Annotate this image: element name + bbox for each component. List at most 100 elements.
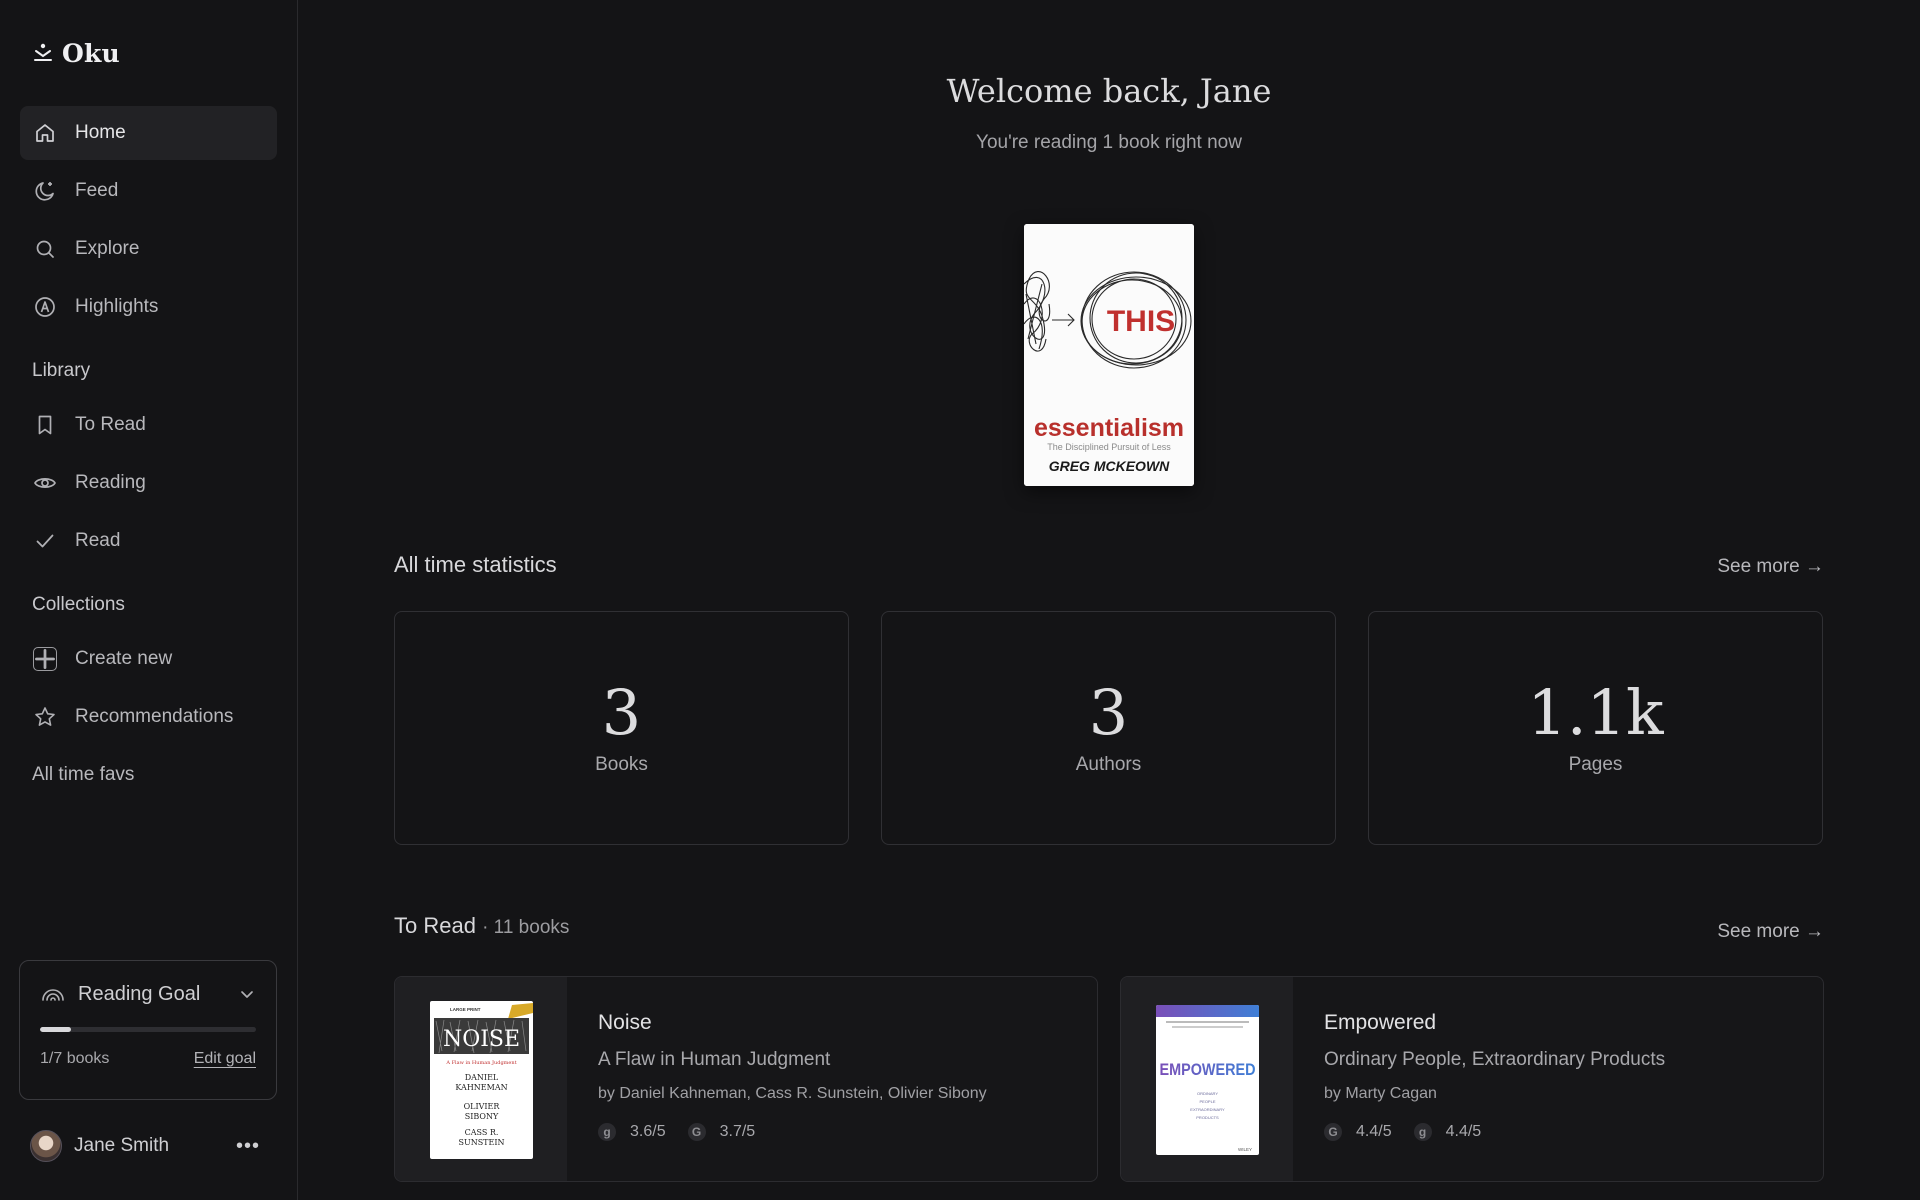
app-root: Oku Home Feed Explore Highlights Library… bbox=[0, 0, 1920, 1200]
cover-author: GREG MCKEOWN bbox=[1049, 458, 1170, 474]
cover-word: THIS bbox=[1107, 305, 1175, 338]
book-card-empowered[interactable]: EMPOWERED ORDINARY PEOPLE EXTRAORDINARY … bbox=[1120, 976, 1824, 1182]
app-logo[interactable]: Oku bbox=[20, 0, 277, 106]
star-icon bbox=[35, 707, 55, 726]
cover-subtitle: The Disciplined Pursuit of Less bbox=[1047, 442, 1171, 452]
book-thumbnail: LARGE PRINT NOISE A Flaw in Human Judgme… bbox=[395, 977, 567, 1181]
book-ratings: G 4.4/5 g 4.4/5 bbox=[1324, 1123, 1803, 1141]
reading-goal-progress-bar bbox=[40, 1027, 256, 1032]
stat-label: Authors bbox=[1075, 754, 1142, 775]
stat-card-pages[interactable]: 1.1k Pages bbox=[1368, 611, 1823, 845]
nav-home-label: Home bbox=[75, 122, 126, 143]
reading-goal-label: Reading Goal bbox=[78, 982, 201, 1005]
book-subtitle: A Flaw in Human Judgment bbox=[598, 1049, 831, 1070]
reading-goal-progress-fill bbox=[40, 1027, 71, 1032]
nav-recommendations-label: Recommendations bbox=[75, 706, 234, 727]
reading-goal-header[interactable]: Reading Goal bbox=[40, 981, 256, 1007]
book-title: Noise bbox=[598, 1011, 652, 1034]
create-collection-button[interactable]: Create new bbox=[20, 632, 277, 686]
nav-highlights-label: Highlights bbox=[75, 296, 159, 317]
book-title: Empowered bbox=[1324, 1011, 1437, 1034]
goodreads-icon: g bbox=[598, 1123, 616, 1141]
noise-cover-a2: KAHNEMAN bbox=[455, 1083, 507, 1092]
nav-reading-label: Reading bbox=[75, 472, 146, 493]
more-options-icon[interactable]: ••• bbox=[236, 1135, 260, 1158]
goodreads-icon: g bbox=[1413, 1123, 1432, 1141]
empowered-cover-l1: ORDINARY bbox=[1197, 1091, 1218, 1096]
rating-group: G 4.4/5 bbox=[1324, 1123, 1392, 1141]
moon-star-icon bbox=[35, 182, 54, 201]
to-read-title: To Read bbox=[394, 913, 476, 938]
google-icon: G bbox=[1324, 1123, 1342, 1141]
user-profile[interactable]: Jane Smith ••• bbox=[30, 1130, 260, 1162]
rating-group: g 4.4/5 bbox=[1413, 1123, 1482, 1141]
home-icon bbox=[36, 124, 54, 142]
empowered-cover-l2: PEOPLE bbox=[1199, 1099, 1215, 1104]
book-authors: by Daniel Kahneman, Cass R. Sunstein, Ol… bbox=[598, 1085, 987, 1102]
noise-cover-a6: SUNSTEIN bbox=[458, 1138, 504, 1147]
stat-card-authors[interactable]: 3 Authors bbox=[881, 611, 1336, 845]
main-content: Welcome back, Jane You're reading 1 book… bbox=[298, 0, 1920, 1200]
book-subtitle: Ordinary People, Extraordinary Products bbox=[1324, 1049, 1666, 1070]
page-title: Welcome back, Jane bbox=[946, 72, 1272, 110]
rating-group: G 3.7/5 bbox=[687, 1123, 756, 1141]
noise-cover-a5: CASS R. bbox=[465, 1128, 499, 1137]
nav-read[interactable]: Read bbox=[20, 514, 277, 568]
nav-feed[interactable]: Feed bbox=[20, 164, 277, 218]
nav-all-time-favs[interactable]: All time favs bbox=[20, 748, 277, 802]
rating-value: 4.4/5 bbox=[1445, 1123, 1482, 1140]
stat-value: 3 bbox=[601, 676, 642, 749]
current-book-cover[interactable]: THIS essentialism The Disciplined Pursui… bbox=[1024, 224, 1194, 486]
search-icon bbox=[36, 240, 54, 258]
nav-to-read-label: To Read bbox=[75, 414, 146, 435]
rating-value: 4.4/5 bbox=[1356, 1123, 1392, 1140]
reading-goal-card: Reading Goal 1/7 books Edit goal bbox=[19, 960, 277, 1100]
rating-value: 3.7/5 bbox=[719, 1123, 756, 1140]
plus-icon bbox=[33, 647, 57, 671]
book-ratings: g 3.6/5 G 3.7/5 bbox=[598, 1123, 1077, 1141]
to-read-see-more-link[interactable]: See more → bbox=[1717, 921, 1824, 943]
stat-card-books[interactable]: 3 Books bbox=[394, 611, 849, 845]
library-section-label: Library bbox=[32, 360, 91, 381]
reading-goal-footer: 1/7 books Edit goal bbox=[40, 1050, 256, 1068]
nav-reading[interactable]: Reading bbox=[20, 456, 277, 510]
cover-title: essentialism bbox=[1034, 414, 1184, 442]
check-icon bbox=[36, 534, 54, 548]
empowered-cover: EMPOWERED ORDINARY PEOPLE EXTRAORDINARY … bbox=[1156, 1005, 1259, 1155]
empowered-cover-l4: PRODUCTS bbox=[1196, 1115, 1219, 1120]
to-read-section-title: To Read · 11 books bbox=[394, 913, 569, 939]
nav-read-label: Read bbox=[75, 530, 121, 551]
rating-value: 3.6/5 bbox=[630, 1123, 666, 1140]
nav-home[interactable]: Home bbox=[20, 106, 277, 160]
google-icon: G bbox=[687, 1123, 706, 1141]
nav-explore-label: Explore bbox=[75, 238, 140, 259]
book-card-noise[interactable]: LARGE PRINT NOISE A Flaw in Human Judgme… bbox=[394, 976, 1098, 1182]
create-collection-label: Create new bbox=[75, 648, 173, 669]
rating-group: g 3.6/5 bbox=[598, 1123, 666, 1141]
book-info: Noise A Flaw in Human Judgment by Daniel… bbox=[598, 1011, 1077, 1141]
noise-cover-a1: DANIEL bbox=[465, 1073, 499, 1082]
stat-value: 1.1k bbox=[1527, 676, 1664, 749]
page-subtitle: You're reading 1 book right now bbox=[976, 132, 1242, 153]
book-authors: by Marty Cagan bbox=[1324, 1085, 1437, 1102]
nav-recommendations[interactable]: Recommendations bbox=[20, 690, 277, 744]
noise-cover: LARGE PRINT NOISE A Flaw in Human Judgme… bbox=[430, 1001, 533, 1159]
nav-highlights[interactable]: Highlights bbox=[20, 280, 277, 334]
stats-see-more-link[interactable]: See more → bbox=[1717, 556, 1824, 578]
stat-value: 3 bbox=[1088, 676, 1129, 749]
app-name: Oku bbox=[62, 38, 120, 68]
chevron-down-icon[interactable] bbox=[238, 985, 256, 1003]
nav-explore[interactable]: Explore bbox=[20, 222, 277, 276]
noise-cover-a4: SIBONY bbox=[465, 1112, 499, 1121]
nav-to-read[interactable]: To Read bbox=[20, 398, 277, 452]
edit-goal-link[interactable]: Edit goal bbox=[194, 1050, 256, 1068]
to-read-count: · 11 books bbox=[482, 917, 570, 938]
reading-goal-progress-text: 1/7 books bbox=[40, 1050, 110, 1067]
empowered-cover-l3: EXTRAORDINARY bbox=[1190, 1107, 1225, 1112]
eye-icon bbox=[34, 478, 56, 488]
bookmark-icon bbox=[38, 415, 52, 435]
rainbow-icon bbox=[42, 989, 64, 1001]
book-thumbnail: EMPOWERED ORDINARY PEOPLE EXTRAORDINARY … bbox=[1121, 977, 1293, 1181]
essentialism-cover-art: THIS essentialism The Disciplined Pursui… bbox=[1024, 224, 1194, 486]
stat-label: Books bbox=[595, 754, 648, 775]
